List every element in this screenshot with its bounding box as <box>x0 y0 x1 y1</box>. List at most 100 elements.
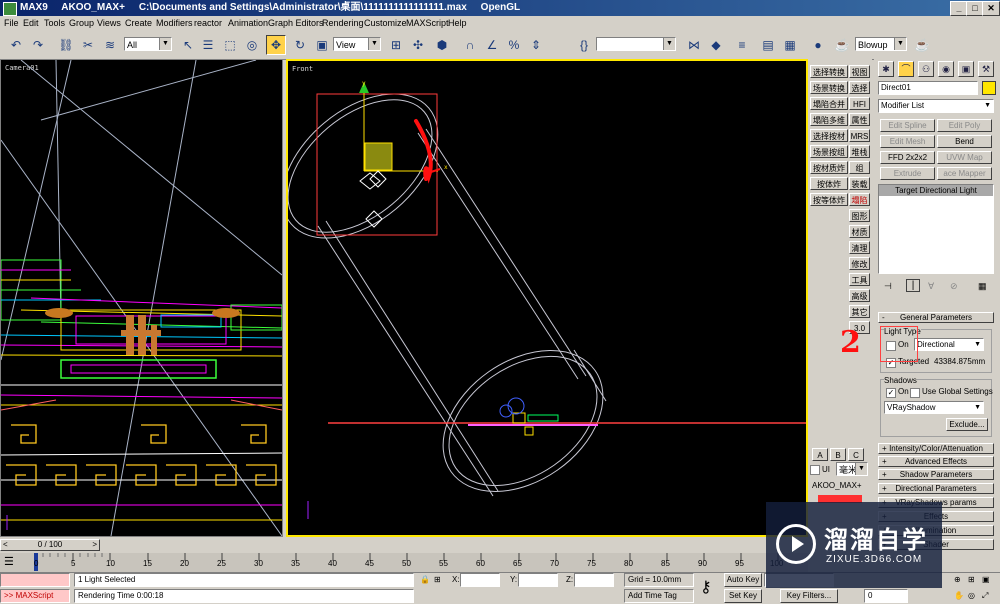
cn-side-button-3[interactable]: HFI <box>849 97 870 110</box>
select-object-icon[interactable]: ↖ <box>178 35 198 55</box>
zoom-icon[interactable]: ⊕ <box>954 574 961 586</box>
advanced-effects-rollout[interactable]: + Advanced Effects <box>878 456 994 467</box>
layer-manager-icon[interactable]: ≡ <box>732 35 752 55</box>
ui-checkbox[interactable] <box>810 465 820 475</box>
make-unique-icon[interactable]: ∀ <box>928 281 934 292</box>
orbit-icon[interactable]: ◎ <box>968 590 975 602</box>
render-type-dropdown[interactable]: Blowup ▼ <box>855 37 907 51</box>
menu-help[interactable]: Help <box>448 17 467 30</box>
tab-a-button[interactable]: A <box>812 448 828 461</box>
y-coord-field[interactable] <box>518 573 558 587</box>
surface-mapper-button[interactable]: ace Mapper (W <box>937 167 992 180</box>
cn-button-2[interactable]: 场景转换 <box>810 81 848 94</box>
schematic-view-icon[interactable]: ▦ <box>780 35 800 55</box>
camera-viewport[interactable]: Camera01 <box>0 59 283 537</box>
auto-key-button[interactable]: Auto Key <box>724 573 762 587</box>
edit-poly-button[interactable]: Edit Poly <box>937 119 992 132</box>
unlink-icon[interactable]: ✂ <box>78 35 98 55</box>
time-slider[interactable]: <0 / 100 > <box>0 539 100 551</box>
cn-side-button-16[interactable]: 其它 <box>849 305 870 318</box>
cn-button-8[interactable]: 按体炸 <box>810 177 848 190</box>
z-coord-field[interactable] <box>574 573 614 587</box>
unit-dropdown[interactable]: 毫米 ▼ <box>836 462 868 476</box>
window-crossing-icon[interactable]: ◎ <box>242 35 262 55</box>
menu-modifiers[interactable]: Modifiers <box>156 17 193 30</box>
select-by-name-icon[interactable]: ☰ <box>198 35 218 55</box>
set-key-button[interactable]: Set Key <box>724 589 762 603</box>
cn-button-6[interactable]: 场景按组 <box>810 145 848 158</box>
cn-side-button-2[interactable]: 选择 <box>849 81 870 94</box>
menu-tools[interactable]: Tools <box>44 17 65 30</box>
create-tab-icon[interactable]: ✱ <box>878 61 894 77</box>
maxscript-listener-mini-a[interactable] <box>0 573 70 587</box>
directional-parameters-rollout[interactable]: + Directional Parameters <box>878 483 994 494</box>
motion-tab-icon[interactable]: ◉ <box>938 61 954 77</box>
tab-b-button[interactable]: B <box>830 448 846 461</box>
align-icon[interactable]: ◆ <box>706 35 726 55</box>
cn-button-9[interactable]: 按等体炸 <box>810 193 848 206</box>
bind-space-warp-icon[interactable]: ≋ <box>100 35 120 55</box>
edit-named-sel-icon[interactable]: {} <box>574 35 594 55</box>
manipulate-icon[interactable]: ✣ <box>408 35 428 55</box>
menu-maxscript[interactable]: MAXScript <box>406 17 449 30</box>
utilities-tab-icon[interactable]: ⚒ <box>978 61 994 77</box>
menu-rendering[interactable]: Rendering <box>322 17 364 30</box>
shadow-parameters-rollout[interactable]: + Shadow Parameters <box>878 469 994 480</box>
select-rotate-icon[interactable]: ↻ <box>290 35 310 55</box>
cn-button-5[interactable]: 选择按材 <box>810 129 848 142</box>
front-viewport[interactable]: Front y x <box>286 59 808 537</box>
percent-snap-icon[interactable]: % <box>504 35 524 55</box>
quick-render-icon[interactable]: ☕ <box>912 35 932 55</box>
extrude-button[interactable]: Extrude <box>880 167 935 180</box>
angle-snap-icon[interactable]: ∠ <box>482 35 502 55</box>
cn-side-button-14[interactable]: 工具 <box>849 273 870 286</box>
lock-selection-icon[interactable]: 🔒 <box>420 574 430 586</box>
snap-icon[interactable]: ⬢ <box>432 35 452 55</box>
edit-spline-button[interactable]: Edit Spline <box>880 119 935 132</box>
redo-icon[interactable]: ↷ <box>28 35 48 55</box>
undo-icon[interactable]: ↶ <box>6 35 26 55</box>
cn-side-button-8[interactable]: 装载 <box>849 177 870 190</box>
select-link-icon[interactable]: ⛓ <box>56 35 76 55</box>
menu-group[interactable]: Group <box>69 17 94 30</box>
reference-coord-dropdown[interactable]: View ▼ <box>333 37 381 51</box>
exclude-button[interactable]: Exclude... <box>946 418 988 431</box>
modify-tab-icon[interactable]: ⌒ <box>898 61 914 77</box>
select-move-icon[interactable]: ✥ <box>266 35 286 55</box>
object-name-field[interactable]: Direct01 <box>878 81 978 95</box>
spinner-snap-icon[interactable]: ⇕ <box>526 35 546 55</box>
named-selection-dropdown[interactable]: ▼ <box>596 37 676 51</box>
menu-create[interactable]: Create <box>125 17 152 30</box>
zoom-extents-icon[interactable]: ▣ <box>982 574 990 586</box>
bend-button[interactable]: Bend <box>937 135 992 148</box>
absolute-mode-icon[interactable]: ⊞ <box>434 574 441 586</box>
cn-side-button-4[interactable]: 属性 <box>849 113 870 126</box>
cn-side-button-10[interactable]: 图形 <box>849 209 870 222</box>
track-bar[interactable]: ☰ 0 5 10 15 20 25 30 35 40 45 50 55 60 6… <box>0 553 808 572</box>
cn-side-button-9[interactable]: 塌陷 <box>849 193 870 206</box>
cn-side-button-11[interactable]: 材质 <box>849 225 870 238</box>
cn-side-button-7[interactable]: 组 <box>849 161 870 174</box>
uvw-map-button[interactable]: UVW Map <box>937 151 992 164</box>
zoom-all-icon[interactable]: ⊞ <box>968 574 975 586</box>
maximize-viewport-icon[interactable]: ⤢ <box>982 590 988 602</box>
key-icon[interactable]: ⚷ <box>700 577 712 597</box>
edit-mesh-button[interactable]: Edit Mesh <box>880 135 935 148</box>
cn-button-7[interactable]: 按材质炸 <box>810 161 848 174</box>
cn-button-3[interactable]: 塌陷合并 <box>810 97 848 110</box>
hierarchy-tab-icon[interactable]: ⚇ <box>918 61 934 77</box>
close-button[interactable]: ✕ <box>982 1 1000 16</box>
menu-edit[interactable]: Edit <box>23 17 39 30</box>
tab-c-button[interactable]: C <box>848 448 864 461</box>
remove-modifier-icon[interactable]: ⊘ <box>950 281 958 292</box>
add-time-tag[interactable]: Add Time Tag <box>624 589 694 603</box>
maxscript-listener-mini[interactable]: >> MAXScript <box>0 589 70 603</box>
pan-icon[interactable]: ✋ <box>954 590 964 602</box>
cn-side-button-15[interactable]: 高级 <box>849 289 870 302</box>
intensity-rollout[interactable]: + Intensity/Color/Attenuation <box>878 443 994 454</box>
mirror-icon[interactable]: ⋈ <box>684 35 704 55</box>
rect-region-icon[interactable]: ⬚ <box>220 35 240 55</box>
menu-animation[interactable]: Animation <box>228 17 268 30</box>
shadows-on-checkbox[interactable]: ✓ <box>886 388 896 398</box>
modifier-list-dropdown[interactable]: Modifier List ▼ <box>878 99 994 113</box>
